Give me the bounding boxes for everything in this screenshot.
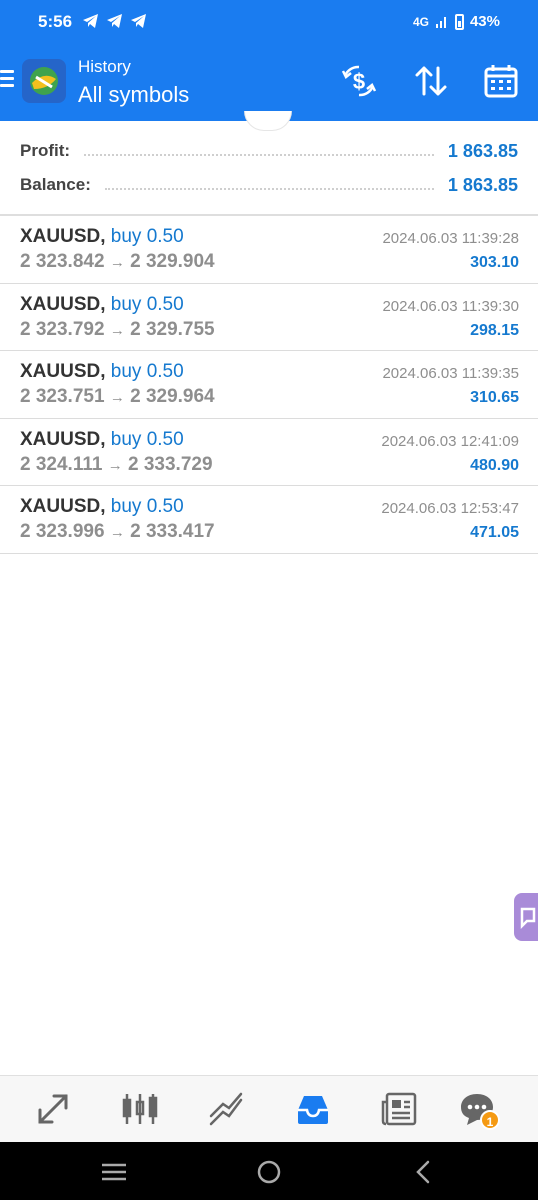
signal-icon	[435, 16, 446, 28]
battery-icon	[454, 13, 464, 30]
pull-handle[interactable]	[244, 111, 292, 131]
history-icon[interactable]	[294, 1090, 332, 1128]
trade-prices: 2 323.996 → 2 333.417	[20, 521, 215, 543]
sort-icon[interactable]	[412, 62, 450, 100]
app-header: 5:56 4G 43% History All symbols $	[0, 0, 538, 121]
status-right: 4G 43%	[413, 13, 500, 30]
arrow-icon: →	[109, 389, 125, 406]
trade-time: 2024.06.03 12:53:47	[381, 500, 519, 517]
chat-nav-item[interactable]: 1	[458, 1090, 500, 1130]
profit-row: Profit: 1 863.85	[20, 139, 518, 163]
app-bar: History All symbols $	[0, 44, 538, 121]
arrow-icon: →	[109, 254, 125, 271]
telegram-icon	[83, 14, 98, 28]
chat-badge: 1	[480, 1110, 500, 1130]
balance-value: 1 863.85	[447, 174, 518, 195]
svg-text:$: $	[353, 69, 365, 94]
trade-side: buy 0.50	[110, 428, 184, 450]
system-nav-bar	[0, 1142, 538, 1200]
close-price: 2 329.904	[130, 251, 215, 272]
trade-icon[interactable]	[207, 1090, 245, 1128]
trade-profit: 298.15	[470, 321, 519, 339]
trade-title: XAUUSD, buy 0.50	[20, 429, 184, 451]
battery-percent: 43%	[469, 13, 500, 30]
trade-list: XAUUSD, buy 0.50 2 323.842 → 2 329.904 2…	[0, 216, 538, 554]
trade-row[interactable]: XAUUSD, buy 0.50 2 323.996 → 2 333.417 2…	[0, 486, 538, 554]
bottom-nav: 1	[0, 1075, 538, 1142]
trade-profit: 303.10	[470, 254, 519, 271]
trade-side: buy 0.50	[110, 226, 184, 247]
quotes-icon[interactable]	[34, 1090, 72, 1128]
trade-symbol: XAUUSD,	[20, 361, 106, 382]
calendar-icon[interactable]	[482, 62, 520, 100]
open-price: 2 323.792	[20, 318, 105, 340]
profit-value: 1 863.85	[447, 140, 518, 161]
balance-label: Balance:	[20, 175, 91, 194]
trade-time: 2024.06.03 11:39:30	[382, 297, 519, 315]
trade-prices: 2 323.751 → 2 329.964	[20, 386, 215, 408]
trade-row[interactable]: XAUUSD, buy 0.50 2 323.751 → 2 329.964 2…	[0, 351, 538, 419]
arrow-icon: →	[109, 524, 125, 541]
trade-prices: 2 324.111 → 2 333.729	[20, 454, 213, 476]
trade-side: buy 0.50	[110, 293, 184, 315]
status-bar: 5:56 4G 43%	[0, 0, 538, 44]
dotted-leader	[84, 154, 434, 156]
network-label: 4G	[412, 14, 429, 29]
trade-title: XAUUSD, buy 0.50	[20, 496, 184, 518]
trade-time: 2024.06.03 11:39:35	[382, 365, 519, 382]
trade-title: XAUUSD, buy 0.50	[20, 226, 184, 248]
close-price: 2 333.729	[128, 453, 213, 475]
trade-profit: 310.65	[470, 389, 519, 406]
trade-symbol: XAUUSD,	[20, 428, 106, 450]
deposit-dollar-icon[interactable]: $	[340, 62, 378, 100]
status-time: 5:56	[38, 12, 73, 31]
flag-icon	[520, 907, 536, 930]
home-icon[interactable]	[255, 1158, 283, 1186]
app-logo	[22, 59, 66, 103]
trade-time: 2024.06.03 11:39:28	[382, 230, 519, 247]
close-price: 2 329.964	[130, 386, 215, 407]
open-price: 2 324.111	[20, 453, 103, 475]
balance-row: Balance: 1 863.85	[20, 173, 518, 197]
telegram-icon	[107, 14, 122, 28]
trade-row[interactable]: XAUUSD, buy 0.50 2 323.842 → 2 329.904 2…	[0, 216, 538, 284]
trade-symbol: XAUUSD,	[20, 226, 106, 247]
trade-row[interactable]: XAUUSD, buy 0.50 2 323.792 → 2 329.755 2…	[0, 284, 538, 351]
trade-title: XAUUSD, buy 0.50	[20, 361, 184, 383]
arrow-icon: →	[107, 456, 123, 474]
arrow-icon: →	[109, 321, 125, 339]
trade-symbol: XAUUSD,	[20, 293, 106, 315]
close-price: 2 329.755	[130, 318, 215, 340]
trade-prices: 2 323.792 → 2 329.755	[20, 319, 215, 341]
recent-apps-icon[interactable]	[100, 1158, 128, 1186]
trade-profit: 471.05	[470, 524, 519, 541]
open-price: 2 323.842	[20, 251, 105, 272]
open-price: 2 323.751	[20, 386, 105, 407]
header-title[interactable]: All symbols	[78, 82, 189, 108]
back-icon[interactable]	[410, 1158, 438, 1186]
trade-side: buy 0.50	[110, 496, 184, 517]
floating-chat-tab[interactable]	[514, 893, 538, 941]
close-price: 2 333.417	[130, 521, 215, 542]
trade-prices: 2 323.842 → 2 329.904	[20, 251, 215, 273]
menu-icon[interactable]	[0, 70, 14, 90]
history-summary: Profit: 1 863.85 Balance: 1 863.85	[0, 111, 538, 216]
trade-profit: 480.90	[470, 456, 519, 474]
dotted-leader	[104, 188, 434, 190]
trade-row[interactable]: XAUUSD, buy 0.50 2 324.111 → 2 333.729 2…	[0, 419, 538, 486]
header-subtitle: History	[78, 57, 131, 76]
chart-icon[interactable]	[121, 1090, 159, 1128]
trade-time: 2024.06.03 12:41:09	[381, 432, 519, 450]
trade-title: XAUUSD, buy 0.50	[20, 294, 184, 316]
trade-symbol: XAUUSD,	[20, 496, 106, 517]
telegram-icon	[131, 14, 146, 28]
trade-side: buy 0.50	[110, 361, 184, 382]
news-icon[interactable]	[380, 1090, 418, 1128]
profit-label: Profit:	[20, 141, 71, 160]
open-price: 2 323.996	[20, 521, 105, 542]
